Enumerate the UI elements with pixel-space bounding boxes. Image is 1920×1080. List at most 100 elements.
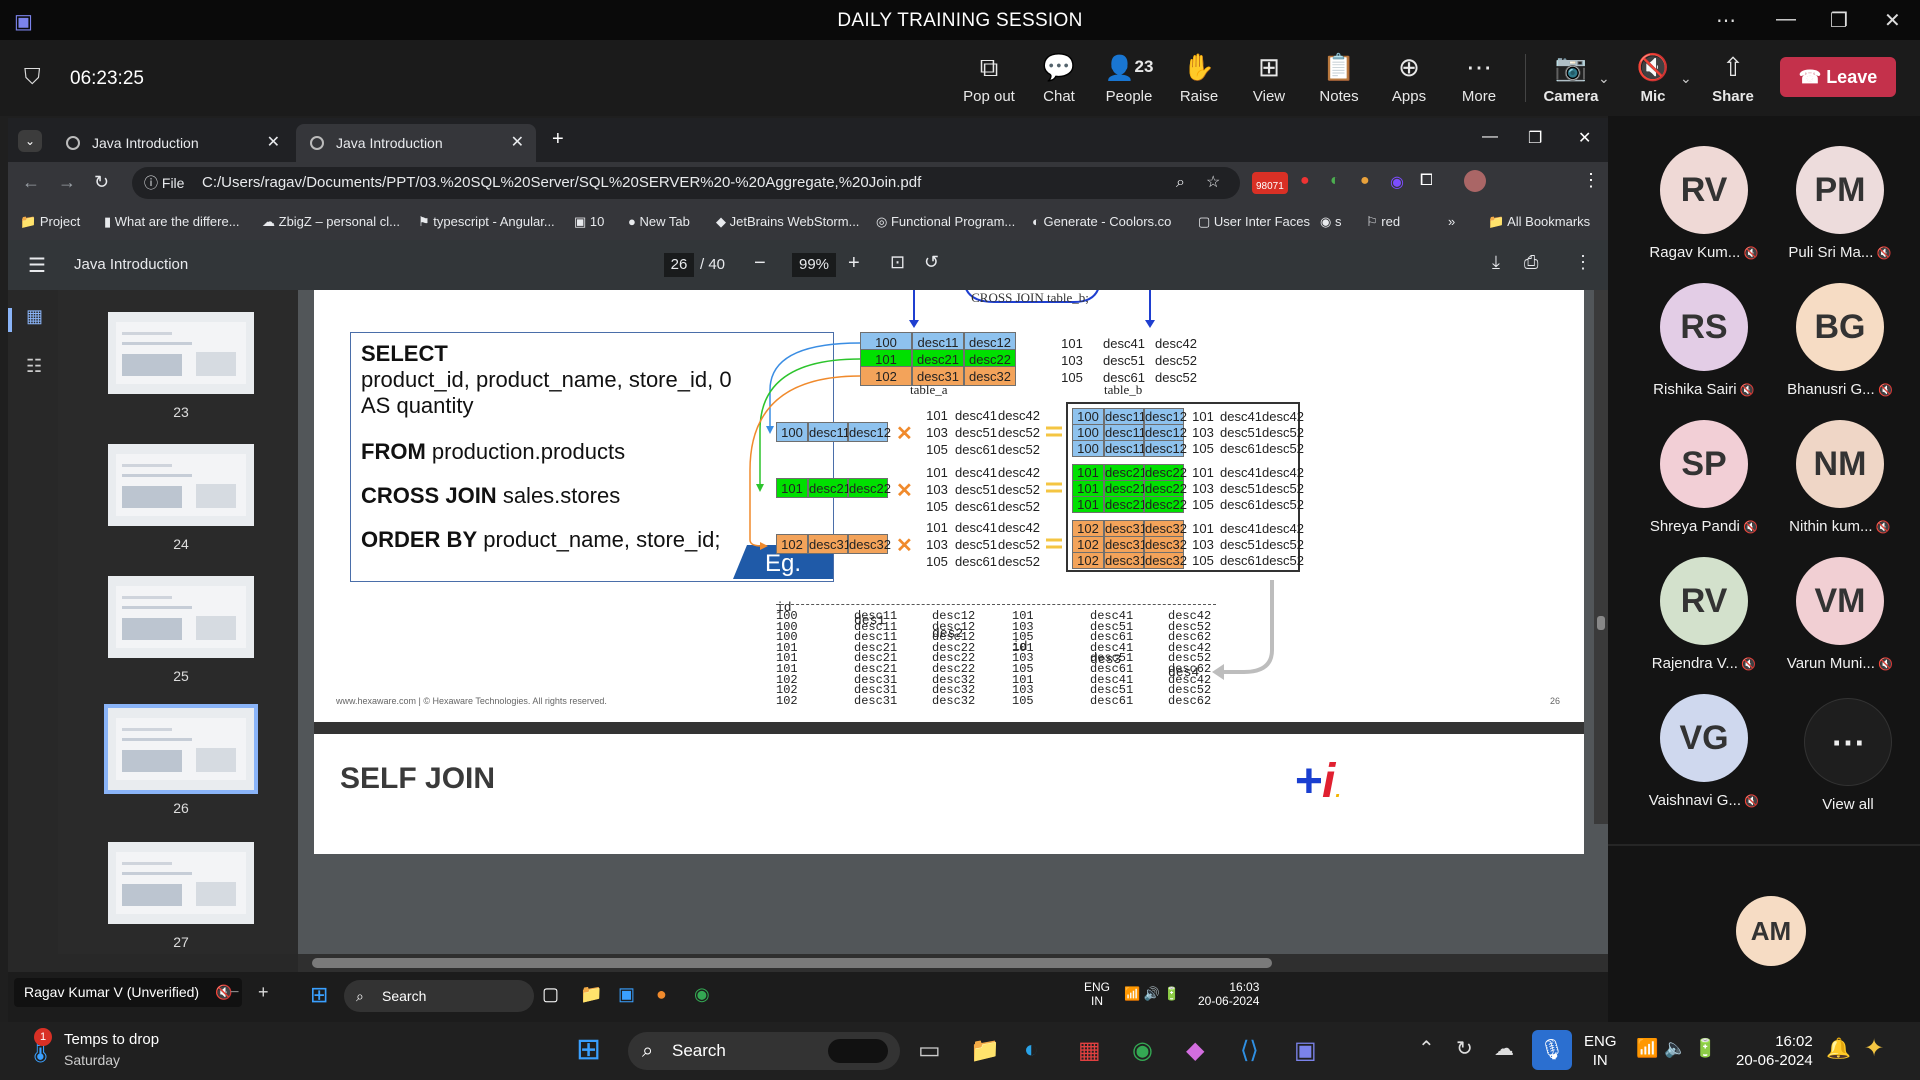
mic-button[interactable]: 🔇 Mic <box>1618 52 1688 105</box>
camera-chevron-down-icon[interactable]: ⌄ <box>1598 70 1610 87</box>
taskbar-search[interactable]: ⌕ Search <box>628 1032 900 1070</box>
view-button[interactable]: ⊞ View <box>1234 52 1304 105</box>
people-button[interactable]: 👤23 People <box>1094 52 1164 105</box>
cloud-icon[interactable]: ☁ <box>1494 1036 1514 1061</box>
app-icon[interactable]: ▢ <box>542 984 559 1005</box>
pdf-menu-icon[interactable]: ☰ <box>28 253 46 278</box>
popout-button[interactable]: ⧉ Pop out <box>954 52 1024 105</box>
reload-icon[interactable]: ↻ <box>94 172 109 193</box>
notes-button[interactable]: 📋 Notes <box>1304 52 1374 105</box>
zoom-out-icon[interactable]: − <box>230 984 239 1002</box>
scroll-thumb[interactable] <box>1597 616 1605 630</box>
thumbnail-page[interactable] <box>108 444 254 526</box>
bookmark-item[interactable]: ⚑ typescript - Angular... <box>418 214 555 230</box>
fit-page-icon[interactable]: ⊡ <box>890 252 905 273</box>
notification-bell-icon[interactable]: 🔔 <box>1826 1036 1851 1061</box>
rotate-icon[interactable]: ↺ <box>924 252 939 273</box>
more-button[interactable]: ⋯ More <box>1444 52 1514 105</box>
firefox-icon[interactable]: ● <box>656 984 667 1005</box>
store-icon[interactable]: ▦ <box>1078 1036 1101 1065</box>
tray-overflow-icon[interactable]: ⌃ <box>1418 1036 1435 1061</box>
profile-avatar[interactable] <box>1464 170 1486 192</box>
language-indicator[interactable]: ENG IN <box>1084 980 1110 1008</box>
browser-restore-icon[interactable]: ❐ <box>1528 128 1542 148</box>
new-tab-icon[interactable]: + <box>552 128 564 151</box>
zoom-level-input[interactable]: 99% <box>792 253 836 277</box>
zoom-out-icon[interactable]: − <box>754 252 766 275</box>
bookmark-item[interactable]: ▢ User Inter Faces <box>1198 214 1310 230</box>
browser-minimize-icon[interactable]: — <box>1482 128 1498 146</box>
url-input[interactable]: ⓘ File C:/Users/ragav/Documents/PPT/03.%… <box>132 167 1240 199</box>
minimize-icon[interactable]: — <box>1776 8 1796 31</box>
tab-java-introduction-1[interactable]: Java Introduction ✕ <box>52 124 292 162</box>
weather-widget[interactable]: Temps to drop Saturday <box>64 1030 159 1070</box>
share-button[interactable]: ⇧ Share <box>1698 52 1768 105</box>
raise-hand-button[interactable]: ✋ Raise <box>1164 52 1234 105</box>
extension-icon[interactable]: ● <box>1300 172 1310 190</box>
bookmark-item[interactable]: ☁ ZbigZ – personal cl... <box>262 214 400 230</box>
teams-icon[interactable]: ▣ <box>1294 1036 1317 1065</box>
app-icon[interactable]: ◆ <box>1186 1036 1204 1065</box>
browser-close-icon[interactable]: ✕ <box>1578 128 1591 148</box>
mic-chevron-down-icon[interactable]: ⌄ <box>1680 70 1692 87</box>
pdf-viewer[interactable]: SELECT product_id, product_name, store_i… <box>298 290 1608 954</box>
zoom-icon[interactable]: ⌕ <box>1176 167 1185 199</box>
battery-icon[interactable]: 🔋 <box>1694 1038 1716 1059</box>
windows-start-icon[interactable]: ⊞ <box>310 982 328 1008</box>
vscode-icon[interactable]: ⟨⟩ <box>1240 1036 1259 1065</box>
app-icon[interactable]: ▣ <box>618 984 635 1005</box>
language-indicator[interactable]: ENG IN <box>1584 1032 1617 1070</box>
edge-icon[interactable]: ◐ <box>1024 1036 1039 1064</box>
participant-card[interactable]: NM Nithin kum... 🔇 <box>1770 420 1910 535</box>
maximize-icon[interactable]: ❐ <box>1830 8 1848 33</box>
extensions-puzzle-icon[interactable]: ⧠ <box>1420 172 1433 190</box>
extension-badge[interactable]: 98071 <box>1252 172 1288 194</box>
apps-button[interactable]: ⊕ Apps <box>1374 52 1444 105</box>
chrome-icon[interactable]: ◉ <box>694 984 710 1005</box>
participant-card[interactable]: VM Varun Muni... 🔇 <box>1770 557 1910 672</box>
participant-card[interactable]: BG Bhanusri G... 🔇 <box>1770 283 1910 398</box>
bookmarks-overflow-icon[interactable]: » <box>1448 214 1455 229</box>
view-all-button[interactable]: ⋯ View all <box>1778 698 1918 813</box>
download-icon[interactable]: ⤓ <box>1492 252 1500 273</box>
leave-button[interactable]: ☎ Leave <box>1780 57 1896 97</box>
taskbar-search[interactable]: ⌕ Search <box>344 980 534 1012</box>
tab-search-icon[interactable]: ⌄ <box>18 130 42 152</box>
volume-icon[interactable]: 🔈 <box>1664 1038 1686 1059</box>
bookmark-item[interactable]: ⚐ red <box>1366 214 1400 230</box>
participant-card[interactable]: VG Vaishnavi G... 🔇 <box>1634 694 1774 809</box>
thumbnail-page[interactable] <box>108 576 254 658</box>
thumbnail-page-selected[interactable] <box>104 704 258 794</box>
system-clock[interactable]: 16:02 20-06-2024 <box>1736 1032 1813 1070</box>
extension-icon[interactable]: ◐ <box>1330 172 1340 190</box>
tab-close-icon[interactable]: ✕ <box>267 124 280 162</box>
bookmark-star-icon[interactable]: ☆ <box>1206 167 1220 199</box>
extension-icon[interactable]: ◉ <box>1390 172 1404 192</box>
bookmark-item[interactable]: ▣ 10 <box>574 214 604 230</box>
zoom-in-icon[interactable]: + <box>848 252 860 275</box>
system-tray-icons[interactable]: 📶 🔊 🔋 <box>1124 986 1180 1002</box>
copilot-icon[interactable]: ✦ <box>1864 1034 1884 1063</box>
sync-icon[interactable]: ↻ <box>1456 1036 1473 1061</box>
participant-card[interactable]: RV Rajendra V... 🔇 <box>1634 557 1774 672</box>
back-icon[interactable]: ← <box>22 172 40 193</box>
tab-java-introduction-2[interactable]: Java Introduction ✕ <box>296 124 536 162</box>
vertical-scrollbar[interactable] <box>1594 290 1608 824</box>
extension-icon[interactable]: ● <box>1360 172 1370 190</box>
bookmark-item[interactable]: ◆ JetBrains WebStorm... <box>716 214 859 230</box>
chat-button[interactable]: 💬 Chat <box>1024 52 1094 105</box>
thumbnails-icon[interactable]: ▦ <box>26 306 43 327</box>
more-options-icon[interactable]: ⋯ <box>1716 8 1736 33</box>
participant-card[interactable]: SP Shreya Pandi 🔇 <box>1634 420 1774 535</box>
forward-icon[interactable]: → <box>58 172 76 193</box>
zoom-in-icon[interactable]: + <box>258 982 269 1003</box>
bookmark-item[interactable]: ▮ What are the differe... <box>104 214 240 230</box>
chrome-icon[interactable]: ◉ <box>1132 1036 1153 1065</box>
participant-card[interactable]: PM Puli Sri Ma... 🔇 <box>1770 146 1910 261</box>
folder-icon[interactable]: 📁 <box>580 984 602 1005</box>
bookmark-item[interactable]: ◎ Functional Program... <box>876 214 1015 230</box>
pdf-more-icon[interactable]: ⋮ <box>1574 252 1592 273</box>
scroll-thumb[interactable] <box>312 958 1272 968</box>
clock[interactable]: 16:03 20-06-2024 <box>1198 980 1259 1008</box>
bookmark-item[interactable]: ● New Tab <box>628 214 690 229</box>
